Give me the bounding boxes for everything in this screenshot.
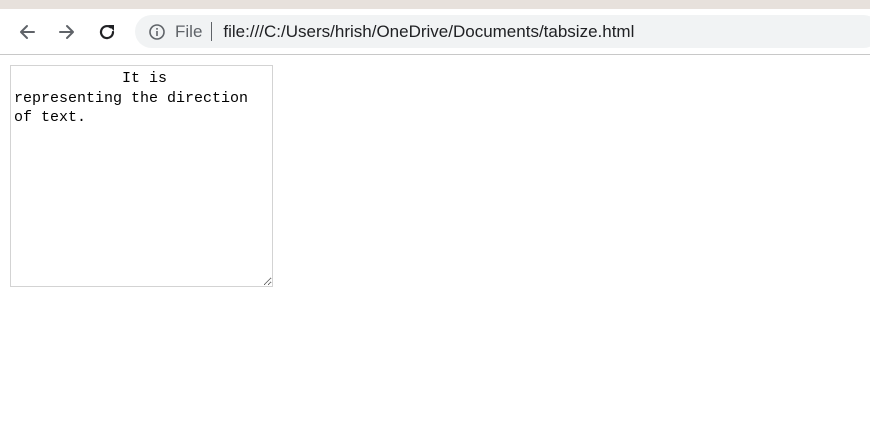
info-circle-icon[interactable] xyxy=(148,23,166,41)
arrow-left-icon xyxy=(20,25,35,39)
back-button[interactable] xyxy=(12,17,42,47)
scheme-label: File xyxy=(175,21,203,41)
url-text[interactable]: file:///C:/Users/hrish/OneDrive/Document… xyxy=(223,22,634,42)
text-area[interactable]: It is representing the direction of text… xyxy=(10,65,273,287)
arrow-right-icon xyxy=(59,25,74,39)
scheme-separator xyxy=(211,22,213,41)
address-bar[interactable]: File file:///C:/Users/hrish/OneDrive/Doc… xyxy=(135,15,870,48)
forward-button[interactable] xyxy=(52,17,82,47)
tab-strip-edge xyxy=(0,0,870,9)
reload-button[interactable] xyxy=(92,17,122,47)
browser-toolbar: File file:///C:/Users/hrish/OneDrive/Doc… xyxy=(0,9,870,55)
reload-icon xyxy=(99,24,115,40)
